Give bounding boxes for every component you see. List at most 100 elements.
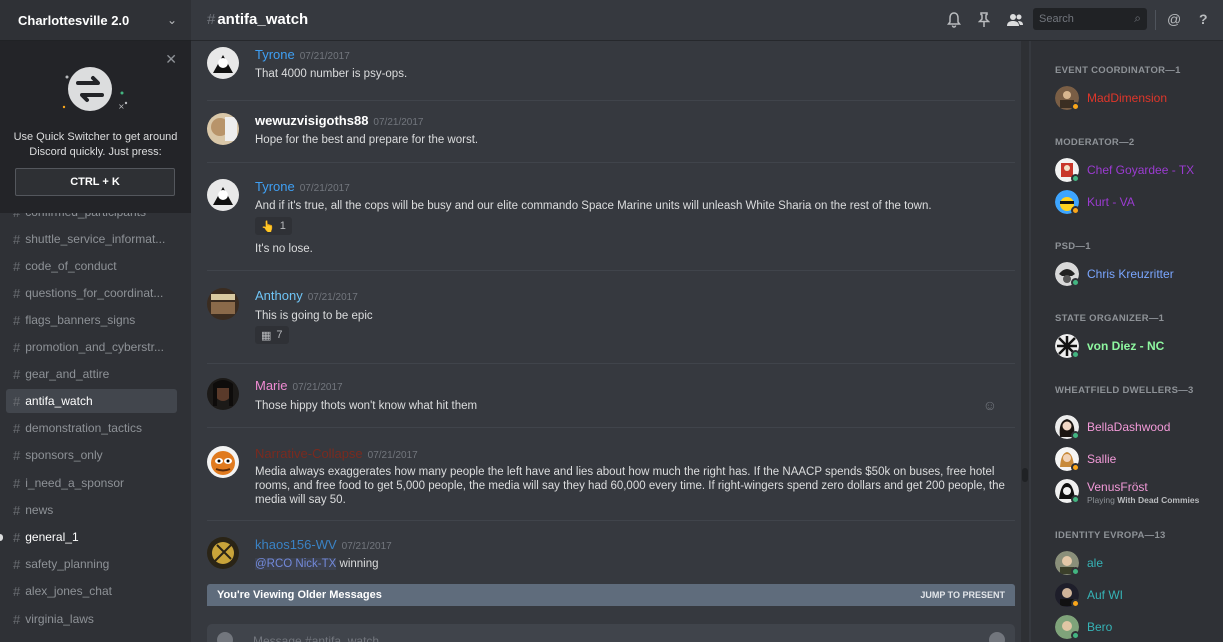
channel-name: demonstration_tactics xyxy=(25,421,142,435)
avatar[interactable] xyxy=(207,378,239,410)
channel-item[interactable]: # alex_jones_chat xyxy=(6,579,177,603)
channel-name: code_of_conduct xyxy=(25,259,117,273)
quick-switcher-text: Use Quick Switcher to get around Discord… xyxy=(13,131,178,158)
message-author[interactable]: Narrative-Collapse xyxy=(255,446,363,461)
help-icon[interactable]: ? xyxy=(1199,11,1208,27)
close-icon[interactable]: ✕ xyxy=(165,51,177,68)
channel-item[interactable]: # questions_for_coordinat... xyxy=(6,281,177,305)
upload-plus-icon[interactable] xyxy=(217,632,233,642)
scrollbar-thumb[interactable] xyxy=(1022,468,1028,482)
avatar[interactable] xyxy=(207,288,239,320)
composer-placeholder: Message #antifa_watch xyxy=(253,634,380,642)
channel-name: antifa_watch xyxy=(25,394,93,408)
message-text: Media always exaggerates how many people… xyxy=(255,466,1005,506)
channel-item[interactable]: # demonstration_tactics xyxy=(6,416,177,440)
hash-icon: # xyxy=(13,285,21,301)
reaction[interactable]: 👆 1 xyxy=(255,217,292,235)
channel-item[interactable]: # flags_banners_signs xyxy=(6,308,177,332)
bell-icon[interactable] xyxy=(947,12,961,32)
jump-to-present-button[interactable]: JUMP TO PRESENT xyxy=(920,590,1005,600)
channel-item[interactable]: # sponsors_only xyxy=(6,443,177,467)
channel-item[interactable]: # i_need_a_sponsor xyxy=(6,471,177,495)
status-online-icon xyxy=(1071,431,1080,440)
message-composer[interactable]: Message #antifa_watch xyxy=(207,624,1015,642)
channel-item[interactable]: # news xyxy=(6,498,177,522)
message-text: And if it's true, all the cops will be b… xyxy=(255,200,932,212)
chevron-down-icon[interactable]: ⌄ xyxy=(167,13,177,27)
status-idle-icon xyxy=(1071,599,1080,608)
member-item[interactable]: Sallie xyxy=(1055,447,1220,475)
member-item[interactable]: Kurt - VA xyxy=(1055,190,1220,218)
channel-title-text: antifa_watch xyxy=(217,11,309,28)
message-list: Tyrone 07/21/2017 That 4000 number is psy… xyxy=(207,41,1015,641)
pin-icon[interactable] xyxy=(977,12,991,32)
member-item[interactable]: MadDimension xyxy=(1055,86,1220,114)
message-author[interactable]: wewuzvisigoths88 xyxy=(255,113,368,128)
avatar[interactable] xyxy=(207,113,239,145)
search-input[interactable]: Search ⌕ xyxy=(1033,8,1147,30)
member-name: ale xyxy=(1087,556,1104,570)
message-author[interactable]: Marie xyxy=(255,378,288,393)
hash-icon: # xyxy=(13,475,21,491)
status-idle-icon xyxy=(1071,206,1080,215)
channel-item[interactable]: # gear_and_attire xyxy=(6,362,177,386)
member-item[interactable]: Chris Kreuzritter xyxy=(1055,262,1220,290)
role-header: PSD—1 xyxy=(1055,241,1091,252)
reaction[interactable]: ▦ 7 xyxy=(255,326,289,344)
member-name: Auf WI xyxy=(1087,588,1124,602)
search-placeholder: Search xyxy=(1039,13,1074,25)
channel-item[interactable]: # virginia_laws xyxy=(6,607,177,631)
message-scrollbar[interactable] xyxy=(1021,41,1029,642)
channel-name: news xyxy=(25,503,54,517)
channel-item[interactable]: # safety_planning xyxy=(6,552,177,576)
avatar[interactable] xyxy=(207,179,239,211)
avatar[interactable] xyxy=(207,47,239,79)
member-item[interactable]: BellaDashwood xyxy=(1055,415,1220,443)
channel-name: virginia_laws xyxy=(25,612,94,626)
quick-switcher-shortcut[interactable]: CTRL + K xyxy=(15,168,175,196)
hash-icon: # xyxy=(13,231,21,247)
status-online-icon xyxy=(1071,567,1080,576)
emoji-picker-icon[interactable] xyxy=(989,632,1005,642)
message-text-body: winning xyxy=(339,558,379,570)
member-item[interactable]: VenusFröst Playing With Dead Commies xyxy=(1055,479,1220,507)
avatar[interactable] xyxy=(207,537,239,569)
channel-item-unread[interactable]: # general_1 xyxy=(6,525,177,549)
channel-item[interactable]: # promotion_and_cyberstr... xyxy=(6,335,177,359)
member-name: Chef Goyardee - TX xyxy=(1087,163,1195,177)
message-text: @RCO Nick-TX winning xyxy=(255,557,1005,571)
message-author[interactable]: Anthony xyxy=(255,288,303,303)
guild-header[interactable]: Charlottesville 2.0 ⌄ xyxy=(0,0,191,41)
channel-name: questions_for_coordinat... xyxy=(25,286,164,300)
reaction-count: 7 xyxy=(276,329,283,341)
message-text: This is going to be epic xyxy=(255,310,373,322)
member-item[interactable]: Auf WI xyxy=(1055,583,1220,611)
user-mention[interactable]: @RCO Nick-TX xyxy=(255,558,337,570)
channel-item-active[interactable]: # antifa_watch xyxy=(6,389,177,413)
add-reaction-icon[interactable]: ☺ xyxy=(983,397,997,413)
channel-item[interactable]: # code_of_conduct xyxy=(6,254,177,278)
role-header: EVENT COORDINATOR—1 xyxy=(1055,65,1181,76)
channel-name: general_1 xyxy=(25,530,79,544)
message-text: Those hippy thots won't know what hit th… xyxy=(255,400,478,412)
message-author[interactable]: Tyrone xyxy=(255,47,295,62)
member-item[interactable]: von Diez - NC xyxy=(1055,334,1220,362)
member-item[interactable]: Bero xyxy=(1055,615,1220,642)
channel-item[interactable]: # shuttle_service_informat... xyxy=(6,227,177,251)
member-name: VenusFröst xyxy=(1087,480,1148,494)
message-author[interactable]: Tyrone xyxy=(255,179,295,194)
role-header: STATE ORGANIZER—1 xyxy=(1055,313,1165,324)
role-header: IDENTITY EVROPA—13 xyxy=(1055,530,1166,541)
channel-name: sponsors_only xyxy=(25,448,103,462)
members-icon[interactable] xyxy=(1006,12,1024,32)
quick-switcher-popup: ✕ × Use Quick Switcher to get around Dis… xyxy=(0,41,191,213)
member-item[interactable]: Chef Goyardee - TX xyxy=(1055,158,1220,186)
unread-indicator xyxy=(0,534,3,541)
hash-icon: # xyxy=(207,11,216,28)
avatar[interactable] xyxy=(207,446,239,478)
hash-icon: # xyxy=(13,420,21,436)
mention-icon[interactable]: @ xyxy=(1167,11,1181,27)
message-author[interactable]: khaos156-WV xyxy=(255,537,337,552)
member-name: BellaDashwood xyxy=(1087,420,1171,434)
member-item[interactable]: ale xyxy=(1055,551,1220,579)
